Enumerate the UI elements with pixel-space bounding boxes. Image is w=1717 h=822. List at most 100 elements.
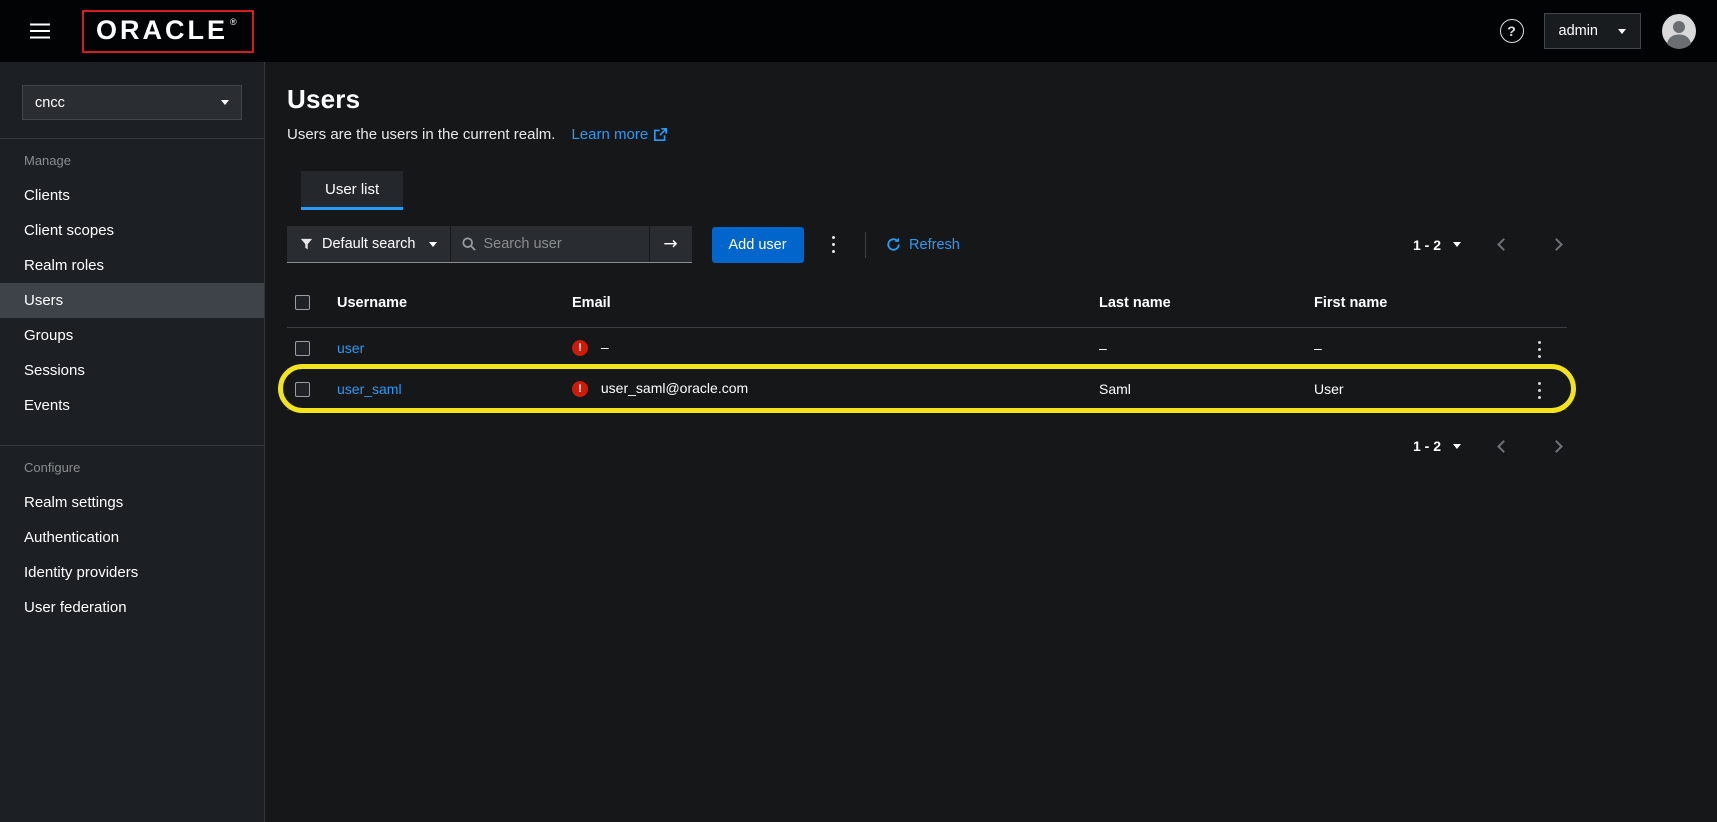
- main-content: Users Users are the users in the current…: [265, 62, 1717, 822]
- table-header-row: Username Email Last name First name: [287, 279, 1567, 327]
- sidebar: cncc Manage Clients Client scopes Realm …: [0, 62, 265, 822]
- users-table: Username Email Last name First name user…: [287, 279, 1567, 410]
- chevron-right-icon: [1550, 439, 1563, 453]
- column-header-last-name: Last name: [1099, 294, 1171, 311]
- cell-email: –: [600, 338, 609, 355]
- tab-bar: User list: [287, 171, 1567, 210]
- pagination-prev-button[interactable]: [1493, 436, 1514, 457]
- pagination-range-label: 1 - 2: [1412, 438, 1441, 454]
- refresh-button[interactable]: Refresh: [886, 237, 960, 253]
- row-kebab-button[interactable]: [1528, 376, 1552, 406]
- sidebar-item-groups[interactable]: Groups: [0, 318, 264, 353]
- user-menu-label: admin: [1558, 23, 1599, 39]
- column-header-email: Email: [572, 294, 611, 311]
- sidebar-section-configure: Configure Realm settings Authentication …: [0, 445, 264, 625]
- cell-first-name: User: [1314, 380, 1344, 397]
- realm-select[interactable]: cncc: [22, 85, 242, 120]
- cell-last-name: Saml: [1099, 380, 1131, 397]
- refresh-label: Refresh: [909, 236, 960, 253]
- refresh-icon: [887, 237, 900, 251]
- row-checkbox[interactable]: [295, 340, 310, 356]
- pagination-range-dropdown[interactable]: 1 - 2: [1413, 438, 1461, 454]
- sidebar-item-events[interactable]: Events: [0, 388, 264, 423]
- pagination-next-button[interactable]: [1546, 234, 1567, 255]
- sidebar-section-manage: Manage Clients Client scopes Realm roles…: [0, 138, 264, 423]
- table-row: user ! – – –: [287, 327, 1567, 368]
- pagination-range-dropdown[interactable]: 1 - 2: [1413, 237, 1461, 253]
- chevron-down-icon: [1618, 28, 1626, 34]
- sidebar-item-realm-settings[interactable]: Realm settings: [0, 485, 264, 520]
- add-user-button[interactable]: Add user: [711, 226, 804, 263]
- user-avatar-icon: [1662, 14, 1696, 49]
- column-header-username: Username: [337, 294, 408, 311]
- warning-icon: !: [572, 340, 588, 357]
- configure-nav: Realm settings Authentication Identity p…: [0, 485, 264, 625]
- tab-user-list[interactable]: User list: [301, 171, 404, 210]
- pagination-range-label: 1 - 2: [1412, 236, 1441, 253]
- users-table-wrap: Username Email Last name First name user…: [278, 279, 1576, 413]
- page-description-row: Users are the users in the current realm…: [287, 126, 1567, 143]
- sidebar-item-identity-providers[interactable]: Identity providers: [0, 555, 264, 590]
- sidebar-item-client-scopes[interactable]: Client scopes: [0, 213, 264, 248]
- hamburger-menu-button[interactable]: [20, 11, 60, 51]
- cell-email: user_saml@oracle.com: [600, 379, 749, 396]
- toolbar-right: 1 - 2: [1413, 234, 1567, 255]
- table-row-highlighted: user_saml ! user_saml@oracle.com Saml Us…: [287, 368, 1567, 409]
- chevron-down-icon: [1453, 242, 1461, 247]
- cell-first-name: –: [1314, 339, 1322, 356]
- sidebar-section-manage-label: Manage: [24, 153, 71, 168]
- kebab-icon: [1537, 381, 1542, 385]
- select-all-checkbox[interactable]: [295, 295, 310, 311]
- toolbar-divider: [865, 231, 867, 258]
- topbar-actions: ? admin: [1499, 13, 1698, 49]
- toolbar-kebab-button[interactable]: [822, 230, 846, 260]
- sidebar-item-realm-roles[interactable]: Realm roles: [0, 248, 264, 283]
- pagination-prev-button[interactable]: [1493, 234, 1514, 255]
- brand-text: ORACLE: [96, 14, 228, 45]
- row-kebab-button[interactable]: [1528, 335, 1552, 365]
- search-type-dropdown[interactable]: Default search: [287, 226, 451, 262]
- column-header-first-name: First name: [1314, 294, 1388, 311]
- sidebar-item-user-federation[interactable]: User federation: [0, 590, 264, 625]
- chevron-left-icon: [1497, 238, 1510, 251]
- cell-last-name: –: [1099, 339, 1107, 356]
- external-link-icon: [654, 128, 668, 141]
- pagination-next-button[interactable]: [1546, 436, 1567, 457]
- search-icon: [461, 237, 476, 251]
- search-submit-button[interactable]: →: [648, 226, 692, 262]
- chevron-down-icon: [1453, 443, 1461, 449]
- pagination-top: 1 - 2: [1413, 234, 1567, 255]
- sidebar-item-authentication[interactable]: Authentication: [0, 520, 264, 555]
- tab-user-list-label: User list: [325, 181, 380, 198]
- username-link[interactable]: user: [337, 340, 364, 356]
- oracle-logo: ORACLE ®: [82, 9, 254, 53]
- learn-more-label: Learn more: [571, 126, 649, 143]
- search-group: Default search →: [287, 226, 692, 263]
- chevron-left-icon: [1497, 439, 1510, 453]
- page-title: Users: [287, 84, 361, 114]
- search-type-label: Default search: [322, 236, 416, 252]
- search-input[interactable]: [483, 236, 624, 252]
- row-checkbox[interactable]: [295, 381, 310, 397]
- help-button[interactable]: ?: [1499, 19, 1524, 43]
- brand-registered-mark: ®: [230, 16, 240, 27]
- chevron-down-icon: [221, 100, 229, 105]
- help-icon: ?: [1507, 23, 1516, 39]
- filter-icon: [300, 238, 313, 249]
- realm-select-value: cncc: [35, 94, 65, 111]
- pagination-bottom: 1 - 2: [287, 436, 1567, 457]
- warning-icon: !: [572, 381, 588, 398]
- user-menu-dropdown[interactable]: admin: [1543, 13, 1641, 49]
- sidebar-section-configure-label: Configure: [24, 460, 81, 475]
- avatar[interactable]: [1661, 13, 1697, 49]
- learn-more-link[interactable]: Learn more: [571, 126, 668, 143]
- username-link[interactable]: user_saml: [337, 381, 402, 397]
- sidebar-item-clients[interactable]: Clients: [0, 178, 264, 213]
- page-description: Users are the users in the current realm…: [287, 126, 556, 143]
- search-box: [450, 226, 649, 262]
- table-toolbar: Default search → Add user: [287, 226, 1567, 263]
- chevron-down-icon: [428, 241, 437, 247]
- sidebar-item-users[interactable]: Users: [0, 283, 264, 318]
- sidebar-item-sessions[interactable]: Sessions: [0, 353, 264, 388]
- kebab-icon: [831, 235, 836, 240]
